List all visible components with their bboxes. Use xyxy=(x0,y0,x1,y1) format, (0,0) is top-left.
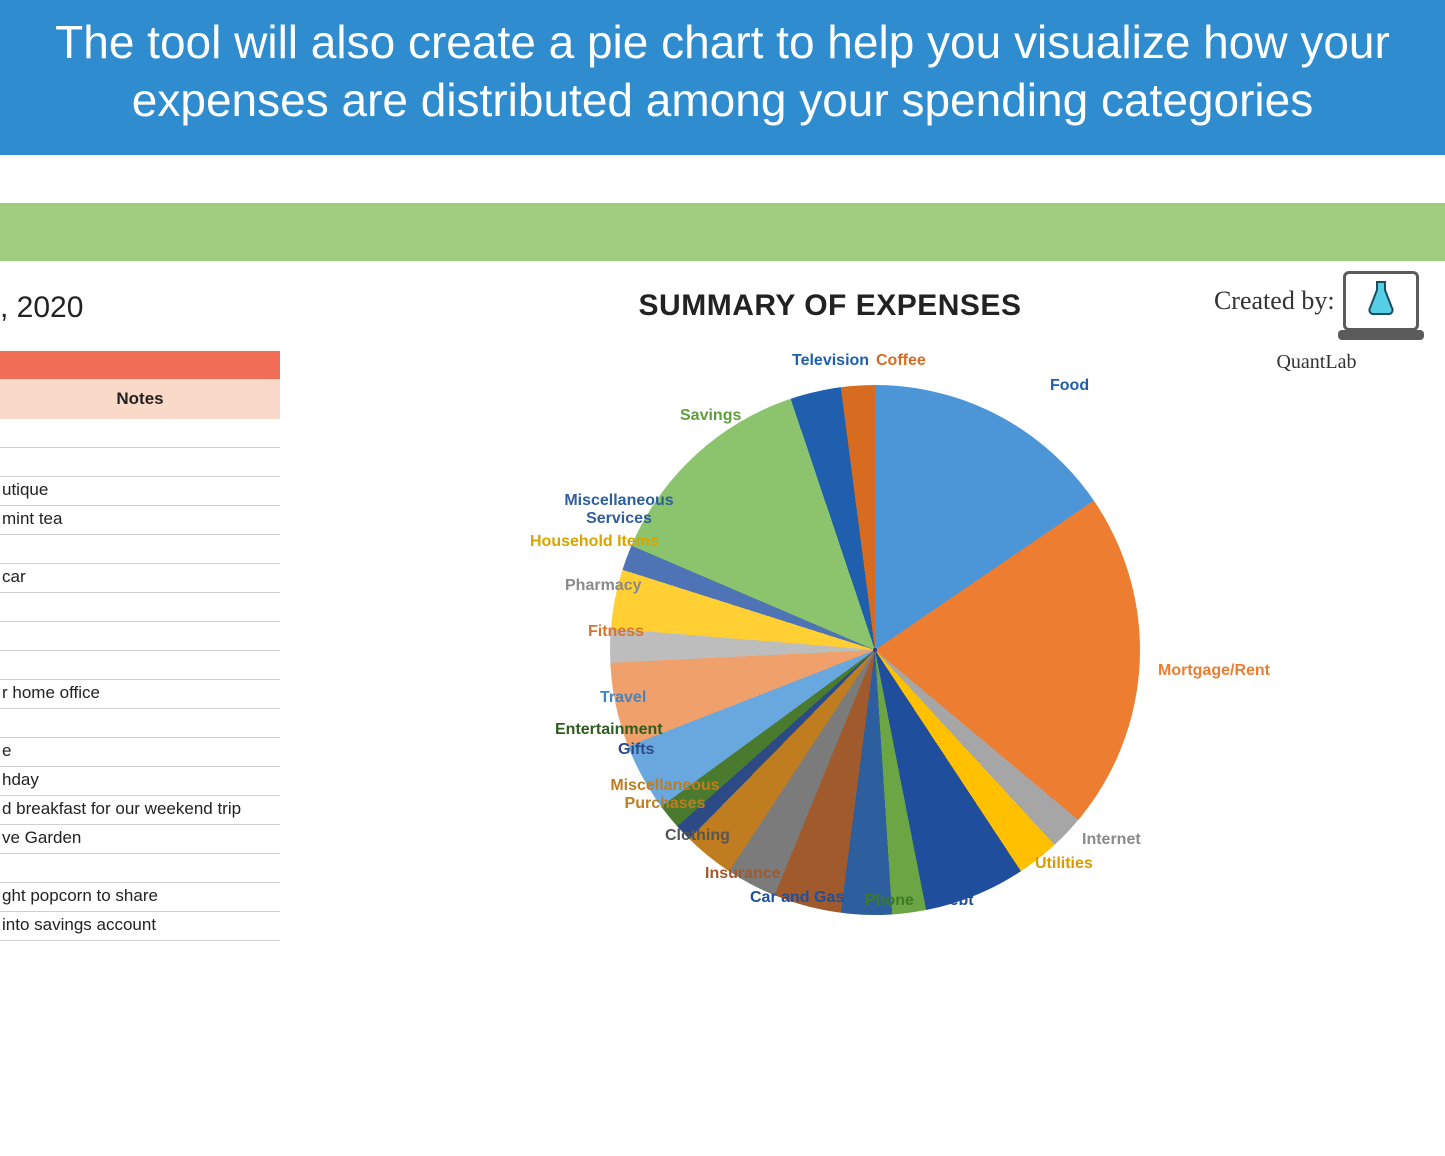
notes-row xyxy=(0,419,280,448)
notes-row: r home office xyxy=(0,680,280,709)
slice-label: Pharmacy xyxy=(565,577,642,595)
slice-label: Utilities xyxy=(1035,855,1093,873)
slice-label: Mortgage/Rent xyxy=(1158,662,1270,680)
brand-badge: Created by: QuantLab xyxy=(1214,271,1419,374)
notes-row xyxy=(0,651,280,680)
slice-label: Fitness xyxy=(588,623,644,641)
notes-row xyxy=(0,535,280,564)
slice-label: Household Items xyxy=(530,533,659,551)
slice-label: Phone xyxy=(865,892,914,910)
notes-row xyxy=(0,854,280,883)
notes-row: hday xyxy=(0,767,280,796)
promo-banner: The tool will also create a pie chart to… xyxy=(0,0,1445,155)
slice-label: Debt xyxy=(938,892,974,910)
slice-label: Insurance xyxy=(705,865,781,883)
brand-name: QuantLab xyxy=(1214,351,1419,374)
notes-row: d breakfast for our weekend trip xyxy=(0,796,280,825)
slice-label: Food xyxy=(1050,377,1089,395)
slice-label: Miscellaneous Purchases xyxy=(600,777,730,813)
notes-row xyxy=(0,448,280,477)
slice-label: Entertainment xyxy=(555,721,663,739)
notes-row xyxy=(0,709,280,738)
green-header-bar xyxy=(0,203,1445,261)
monitor-icon xyxy=(1343,271,1419,331)
notes-row: car xyxy=(0,564,280,593)
notes-list: utiquemint tea car r home office ehdayd bre… xyxy=(0,419,280,941)
notes-row xyxy=(0,593,280,622)
slice-label: Travel xyxy=(600,689,646,707)
slice-label: Savings xyxy=(680,407,741,425)
notes-row: ve Garden xyxy=(0,825,280,854)
slice-label: Clothing xyxy=(665,827,730,845)
created-by-label: Created by: xyxy=(1214,286,1335,316)
notes-row: into savings account xyxy=(0,912,280,941)
notes-header-accent xyxy=(0,351,280,379)
notes-row: utique xyxy=(0,477,280,506)
slice-label: Car and Gas xyxy=(750,889,844,907)
notes-row xyxy=(0,622,280,651)
date-fragment: , 2020 xyxy=(0,291,83,325)
slice-label: Gifts xyxy=(618,741,654,759)
notes-row: mint tea xyxy=(0,506,280,535)
expense-pie-chart: SUMMARY OF EXPENSES FoodMortgage/RentInt… xyxy=(450,289,1210,967)
slice-label: Miscellaneous Services xyxy=(554,492,684,528)
slice-label: Internet xyxy=(1082,831,1141,849)
notes-row: e xyxy=(0,738,280,767)
slice-label: Television xyxy=(792,352,869,370)
notes-column: Notes utiquemint tea car r home office ehda… xyxy=(0,351,280,941)
slice-label: Coffee xyxy=(876,352,926,370)
notes-row: ght popcorn to share xyxy=(0,883,280,912)
chart-title: SUMMARY OF EXPENSES xyxy=(450,289,1210,323)
notes-header: Notes xyxy=(0,379,280,419)
